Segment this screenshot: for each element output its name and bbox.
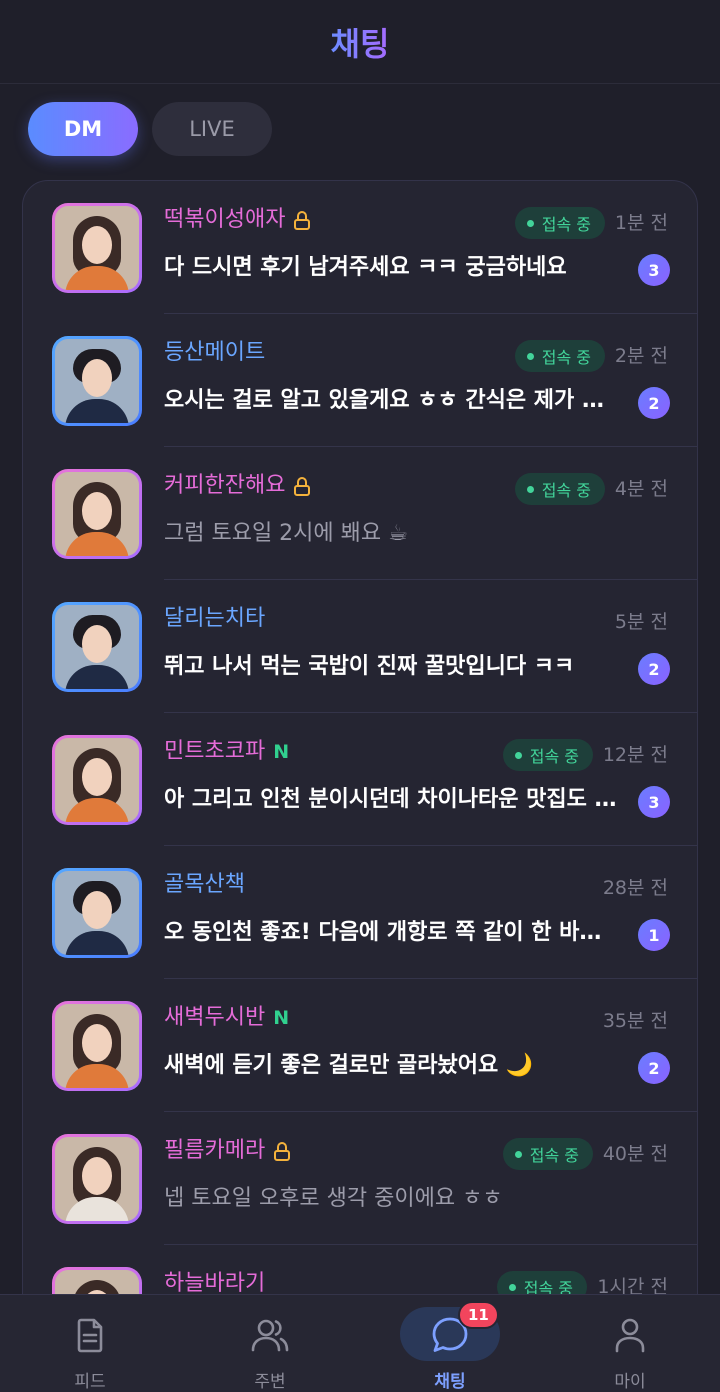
online-dot-icon	[514, 751, 522, 759]
avatar[interactable]	[52, 1001, 142, 1091]
people-icon	[251, 1319, 289, 1352]
tab-live[interactable]: LIVE	[152, 102, 272, 156]
person-icon	[615, 1318, 645, 1353]
nav-label: 채팅	[434, 1372, 466, 1392]
chat-name: 등산메이트	[164, 340, 266, 365]
chat-time: 28분 전	[602, 877, 668, 899]
chat-time: 1분 전	[614, 212, 668, 234]
chat-last-message: 아 그리고 인천 분이시던데 차이나타운 맛집도 아세요?	[164, 787, 620, 812]
chat-name-row: 달리는치타	[164, 604, 265, 634]
lock-icon	[293, 476, 311, 496]
unread-count-badge: 2	[638, 653, 670, 685]
chat-row[interactable]: 등산메이트 2분 전 접속 중오시는 걸로 알고 있을게요 ㅎㅎ 간식은 제가 챙겨…	[23, 314, 697, 447]
unread-count-badge: 3	[638, 786, 670, 818]
chat-last-message: 새벽에 듣기 좋은 걸로만 골라놨어요 🌙	[164, 1053, 534, 1078]
chat-name: 커피한잔해요	[164, 473, 286, 498]
avatar[interactable]	[52, 602, 142, 692]
nav-label: 마이	[614, 1372, 646, 1392]
online-status-badge: 접속 중	[514, 207, 605, 239]
online-dot-icon	[508, 1283, 516, 1291]
online-dot-icon	[526, 485, 534, 493]
chat-name: 골목산책	[164, 872, 245, 897]
chat-list: 떡볶이성애자 1분 전 접속 중다 드시면 후기 남겨주세요 ㅋㅋ 궁금하네요 3 등산…	[22, 180, 698, 1320]
chat-name: 떡볶이성애자	[164, 207, 286, 232]
chat-time: 35분 전	[602, 1010, 668, 1032]
online-status-label: 접속 중	[541, 481, 591, 500]
unread-count-badge: 3	[638, 254, 670, 286]
chat-last-message: 그럼 토요일 2시에 봬요 ☕	[164, 521, 408, 546]
chat-name-row: 필름카메라	[164, 1136, 291, 1166]
chat-row[interactable]: 달리는치타 5분 전뛰고 나서 먹는 국밥이 진짜 꿀맛입니다 ㅋㅋ 2	[23, 580, 697, 713]
nav-label: 주변	[254, 1372, 286, 1392]
avatar[interactable]	[52, 868, 142, 958]
nav-item-nearby[interactable]: 주변	[180, 1295, 360, 1392]
chat-row[interactable]: 필름카메라 40분 전 접속 중넵 토요일 오후로 생각 중이에요 ㅎㅎ	[23, 1112, 697, 1245]
online-status-badge: 접속 중	[514, 473, 605, 505]
chat-name-row: 커피한잔해요	[164, 471, 311, 501]
chat-name: 민트초코파	[164, 739, 266, 764]
online-status-badge: 접속 중	[514, 340, 605, 372]
avatar[interactable]	[52, 1134, 142, 1224]
online-status-label: 접속 중	[541, 215, 591, 234]
chat-last-message: 다 드시면 후기 남겨주세요 ㅋㅋ 궁금하네요	[164, 255, 567, 280]
unread-count-badge: 2	[638, 387, 670, 419]
online-dot-icon	[526, 352, 534, 360]
chat-name-row: 새벽두시반 N	[164, 1003, 289, 1033]
chat-last-message: 오 동인천 좋죠! 다음에 개항로 쪽 같이 한 바퀴 돌아요	[164, 920, 620, 945]
bottom-nav: 피드 주변 11 채팅 마이	[0, 1294, 720, 1392]
chat-row[interactable]: 골목산책 28분 전오 동인천 좋죠! 다음에 개항로 쪽 같이 한 바퀴 돌아요…	[23, 846, 697, 979]
lock-icon	[273, 1141, 291, 1161]
online-status-badge: 접속 중	[502, 739, 593, 771]
chat-last-message: 넵 토요일 오후로 생각 중이에요 ㅎㅎ	[164, 1186, 503, 1211]
online-status-label: 접속 중	[529, 747, 579, 766]
chat-time: 12분 전	[602, 744, 668, 766]
chat-time: 40분 전	[602, 1143, 668, 1165]
chat-name-row: 떡볶이성애자	[164, 205, 311, 235]
new-badge: N	[273, 741, 290, 763]
unread-count-badge: 2	[638, 1052, 670, 1084]
nav-item-chat[interactable]: 11 채팅	[360, 1295, 540, 1392]
online-status-badge: 접속 중	[502, 1138, 593, 1170]
online-dot-icon	[514, 1150, 522, 1158]
app-header: 채팅	[0, 0, 720, 84]
chat-name: 달리는치타	[164, 606, 266, 631]
chat-time: 2분 전	[614, 345, 668, 367]
chat-row[interactable]: 민트초코파 N 12분 전 접속 중아 그리고 인천 분이시던데 차이나타운 맛집도 …	[23, 713, 697, 846]
chat-row[interactable]: 새벽두시반 N 35분 전새벽에 듣기 좋은 걸로만 골라놨어요 🌙 2	[23, 979, 697, 1112]
lock-icon	[293, 210, 311, 230]
nav-item-my[interactable]: 마이	[540, 1295, 720, 1392]
avatar[interactable]	[52, 336, 142, 426]
new-badge: N	[273, 1007, 290, 1029]
nav-label: 피드	[74, 1372, 106, 1392]
chat-name: 필름카메라	[164, 1138, 266, 1163]
nav-item-feed[interactable]: 피드	[0, 1295, 180, 1392]
chat-name-row: 민트초코파 N	[164, 737, 289, 767]
avatar[interactable]	[52, 469, 142, 559]
chat-name: 새벽두시반	[164, 1005, 266, 1030]
chat-type-tabs: DM LIVE	[28, 102, 272, 156]
unread-count-badge: 1	[638, 919, 670, 951]
avatar[interactable]	[52, 735, 142, 825]
chat-row[interactable]: 떡볶이성애자 1분 전 접속 중다 드시면 후기 남겨주세요 ㅋㅋ 궁금하네요 3	[23, 181, 697, 314]
chat-name-row: 골목산책	[164, 870, 245, 900]
chat-row[interactable]: 커피한잔해요 4분 전 접속 중그럼 토요일 2시에 봬요 ☕	[23, 447, 697, 580]
chat-last-message: 오시는 걸로 알고 있을게요 ㅎㅎ 간식은 제가 챙겨갈게요	[164, 388, 620, 413]
online-dot-icon	[526, 219, 534, 227]
tab-dm[interactable]: DM	[28, 102, 138, 156]
chat-time: 4분 전	[614, 478, 668, 500]
document-icon	[77, 1318, 103, 1353]
online-status-label: 접속 중	[541, 348, 591, 367]
unread-total-badge: 11	[458, 1301, 499, 1329]
chat-time: 5분 전	[614, 611, 668, 633]
avatar[interactable]	[52, 203, 142, 293]
chat-name-row: 등산메이트	[164, 338, 265, 368]
page-title: 채팅	[331, 19, 390, 65]
chat-last-message: 뛰고 나서 먹는 국밥이 진짜 꿀맛입니다 ㅋㅋ	[164, 654, 575, 679]
online-status-label: 접속 중	[529, 1146, 579, 1165]
